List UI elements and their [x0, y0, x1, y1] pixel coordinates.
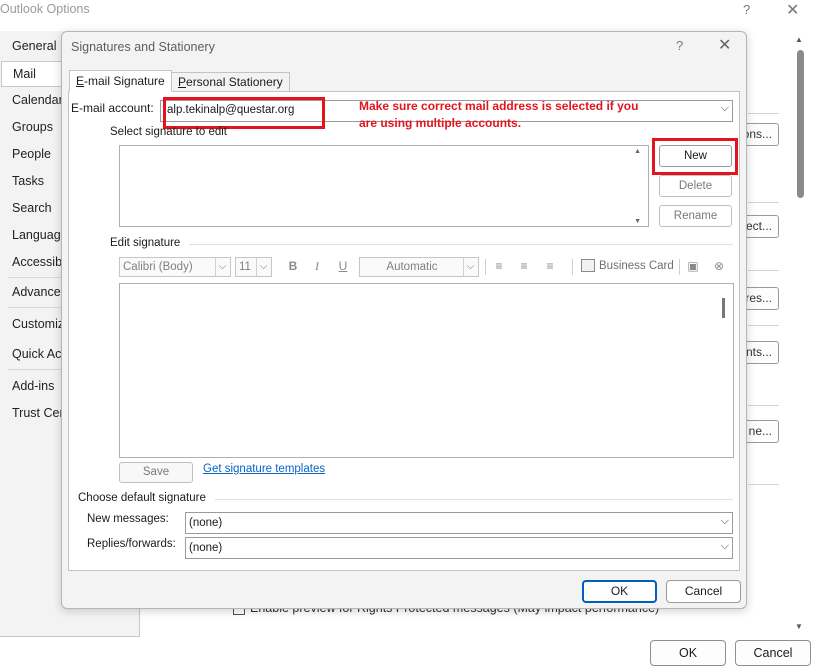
signatures-dialog: Signatures and Stationery ? ✕ E-mail Sig…: [61, 31, 747, 609]
replies-forwards-select[interactable]: (none) ⌵: [185, 537, 733, 559]
font-family-select[interactable]: Calibri (Body) ⌵: [119, 257, 231, 277]
dialog-title: Signatures and Stationery: [71, 40, 215, 54]
options-ok-button[interactable]: OK: [650, 640, 726, 666]
save-signature-button[interactable]: Save: [119, 462, 193, 483]
edit-signature-label: Edit signature: [110, 237, 181, 249]
section-divider: [748, 270, 779, 271]
tab-email-signature[interactable]: E-mail Signature: [69, 70, 172, 92]
toolbar-separator: [572, 259, 573, 275]
business-card-button[interactable]: Business Card: [599, 260, 674, 272]
replies-forwards-value: (none): [189, 542, 223, 554]
bold-button[interactable]: B: [285, 259, 301, 273]
scroll-up-icon[interactable]: ▲: [795, 35, 803, 44]
new-messages-select[interactable]: (none) ⌵: [185, 512, 733, 534]
nav-item-calendar[interactable]: Calendar: [12, 93, 63, 107]
new-messages-label: New messages:: [87, 513, 169, 525]
scroll-down-icon[interactable]: ▼: [634, 218, 641, 225]
tab-personal-stationery[interactable]: Personal Stationery: [171, 72, 290, 92]
align-right-icon[interactable]: ≡: [542, 259, 558, 273]
section-divider: [215, 499, 733, 500]
font-family-value: Calibri (Body): [123, 261, 193, 273]
replies-forwards-label: Replies/forwards:: [87, 538, 176, 550]
underline-button[interactable]: U: [335, 259, 351, 273]
section-divider: [748, 202, 779, 203]
chevron-down-icon[interactable]: ⌵: [215, 258, 229, 276]
annotation-highlight-new: [652, 138, 738, 175]
nav-item-groups[interactable]: Groups: [12, 120, 53, 134]
nav-item-people[interactable]: People: [12, 147, 51, 161]
formatting-toolbar: Calibri (Body) ⌵ 11 ⌵ B I U Automatic ⌵ …: [119, 257, 733, 279]
toolbar-separator: [485, 259, 486, 275]
scrollbar-thumb[interactable]: [722, 298, 725, 318]
chevron-down-icon[interactable]: ⌵: [463, 258, 477, 276]
business-card-icon[interactable]: [581, 259, 595, 272]
insert-picture-icon[interactable]: ▣: [685, 259, 701, 273]
close-icon[interactable]: ✕: [786, 0, 799, 20]
font-size-select[interactable]: 11 ⌵: [235, 257, 272, 277]
close-icon[interactable]: ✕: [718, 35, 731, 55]
email-account-label: E-mail account:: [71, 101, 154, 115]
toolbar-separator: [679, 259, 680, 275]
align-left-icon[interactable]: ≡: [491, 259, 507, 273]
email-signature-panel: E-mail account: alp.tekinalp@questar.org…: [68, 91, 740, 571]
rename-signature-button[interactable]: Rename: [659, 205, 732, 227]
section-divider: [748, 405, 779, 406]
nav-item-search[interactable]: Search: [12, 201, 52, 215]
chevron-down-icon[interactable]: ⌵: [721, 102, 729, 115]
chevron-down-icon[interactable]: ⌵: [721, 540, 729, 553]
tab-personal-stationery-label: ersonal Stationery: [186, 75, 283, 89]
signature-editor[interactable]: [119, 283, 734, 458]
nav-item-general[interactable]: General: [12, 39, 56, 53]
nav-item-add-ins[interactable]: Add-ins: [12, 379, 54, 393]
annotation-highlight-account: [163, 97, 325, 129]
scroll-down-icon[interactable]: ▼: [795, 622, 803, 631]
dialog-cancel-button[interactable]: Cancel: [666, 580, 741, 603]
section-divider: [748, 113, 779, 114]
insert-hyperlink-icon[interactable]: ⊗: [711, 259, 727, 273]
nav-item-tasks[interactable]: Tasks: [12, 174, 44, 188]
get-signature-templates-link[interactable]: Get signature templates: [203, 463, 325, 475]
tab-email-signature-label: -mail Signature: [84, 74, 165, 88]
font-size-value: 11: [239, 261, 251, 273]
section-divider: [748, 325, 779, 326]
options-cancel-button[interactable]: Cancel: [735, 640, 811, 666]
select-signature-label: Select signature to edit: [110, 126, 227, 138]
align-center-icon[interactable]: ≡: [516, 259, 532, 273]
scroll-up-icon[interactable]: ▲: [634, 148, 641, 155]
signature-list[interactable]: ▲ ▼: [119, 145, 649, 227]
section-divider: [748, 484, 779, 485]
help-icon[interactable]: ?: [676, 38, 683, 53]
nav-item-advanced[interactable]: Advanced: [12, 285, 68, 299]
font-color-select[interactable]: Automatic ⌵: [359, 257, 479, 277]
font-color-value: Automatic: [386, 261, 438, 273]
choose-default-signature-label: Choose default signature: [78, 492, 206, 504]
nav-item-language[interactable]: Language: [12, 228, 68, 242]
delete-signature-button[interactable]: Delete: [659, 175, 732, 197]
scrollbar-thumb[interactable]: [797, 50, 804, 198]
dialog-ok-button[interactable]: OK: [582, 580, 657, 603]
annotation-text: Make sure correct mail address is select…: [359, 99, 639, 130]
new-messages-value: (none): [189, 517, 223, 529]
chevron-down-icon[interactable]: ⌵: [721, 515, 729, 528]
window-title: Outlook Options: [0, 2, 90, 16]
help-icon[interactable]: ?: [743, 2, 750, 17]
section-divider: [189, 244, 733, 245]
chevron-down-icon[interactable]: ⌵: [256, 258, 270, 276]
italic-button[interactable]: I: [309, 259, 325, 274]
